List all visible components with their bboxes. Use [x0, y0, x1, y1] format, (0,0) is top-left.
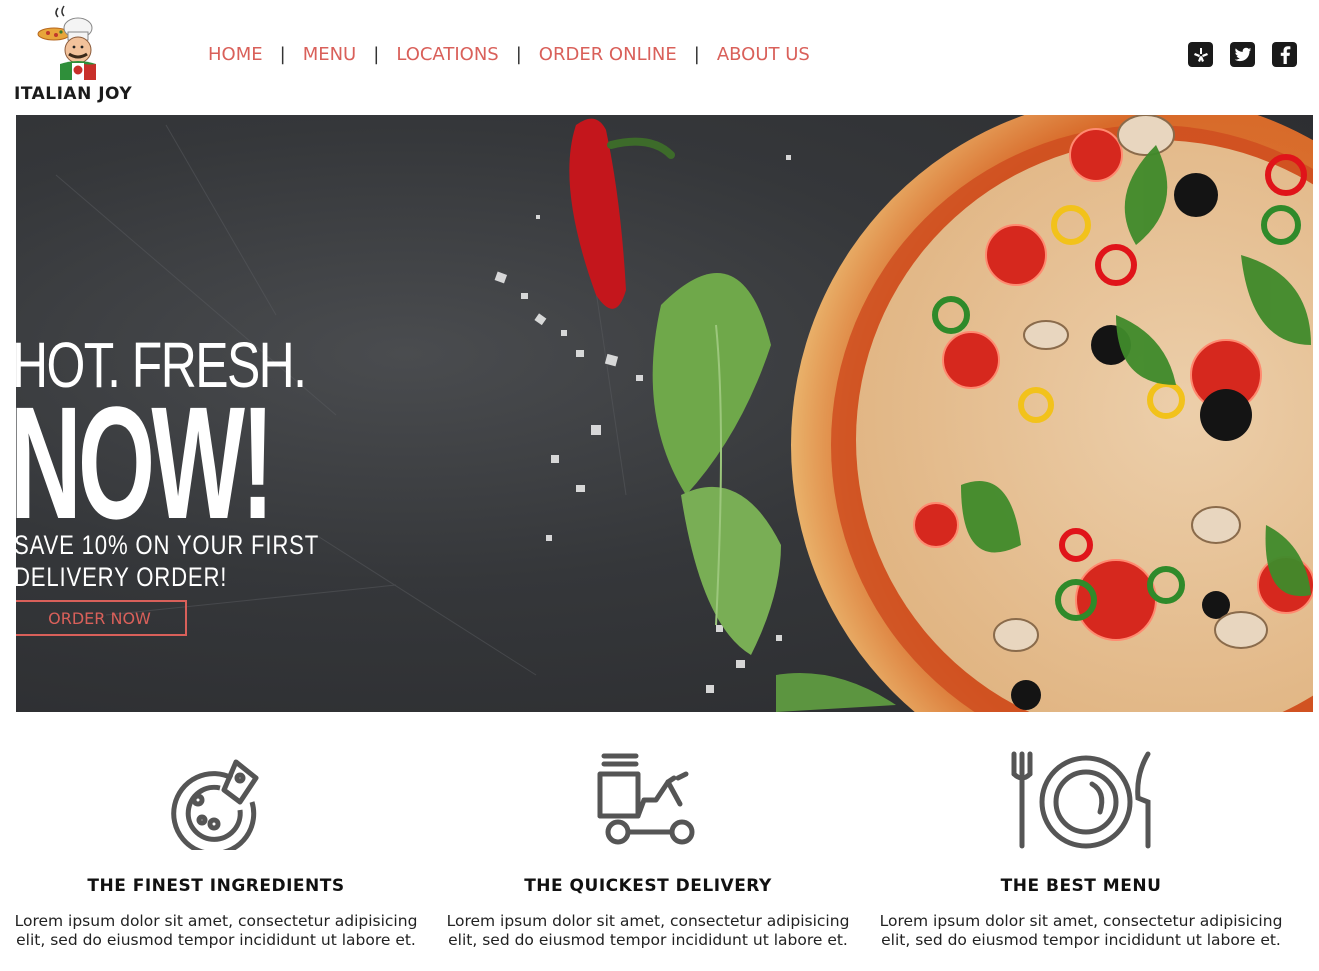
brand-logo[interactable]: ITALIAN JOY — [14, 4, 138, 106]
pizza-icon — [171, 759, 259, 850]
delivery-scooter-icon — [597, 753, 695, 845]
site-header: ITALIAN JOY HOME | MENU | LOCATIONS | OR… — [0, 0, 1319, 112]
nav-menu[interactable]: MENU — [303, 44, 357, 65]
feature-description: Lorem ipsum dolor sit amet, consectetur … — [14, 912, 418, 949]
plate-cutlery-icon — [1011, 751, 1151, 849]
feature-title: THE QUICKEST DELIVERY — [524, 876, 772, 896]
feature-ingredients: THE FINEST INGREDIENTS Lorem ipsum dolor… — [11, 740, 421, 950]
nav-order-online[interactable]: ORDER ONLINE — [539, 44, 677, 65]
brand-name: ITALIAN JOY — [14, 84, 133, 104]
nav-home[interactable]: HOME — [208, 44, 263, 65]
feature-description: Lorem ipsum dolor sit amet, consectetur … — [446, 912, 850, 949]
hero-subtitle: SAVE 10% ON YOUR FIRST DELIVERY ORDER! — [16, 529, 319, 593]
nav-separator: | — [279, 43, 286, 65]
facebook-icon[interactable] — [1272, 42, 1297, 67]
chef-logo-icon — [37, 5, 96, 80]
nav-about-us[interactable]: ABOUT US — [717, 44, 810, 65]
nav-locations[interactable]: LOCATIONS — [396, 44, 498, 65]
hero-banner: HOT. FRESH. NOW! SAVE 10% ON YOUR FIRST … — [16, 115, 1313, 712]
nav-separator: | — [693, 43, 700, 65]
feature-delivery: THE QUICKEST DELIVERY Lorem ipsum dolor … — [443, 740, 853, 950]
nav-separator: | — [515, 43, 522, 65]
main-nav: HOME | MENU | LOCATIONS | ORDER ONLINE |… — [208, 41, 810, 67]
hero-subtitle-line1: SAVE 10% ON YOUR FIRST — [16, 530, 320, 560]
features-section: THE FINEST INGREDIENTS Lorem ipsum dolor… — [0, 740, 1319, 971]
yelp-icon[interactable] — [1188, 42, 1213, 67]
nav-separator: | — [373, 43, 380, 65]
feature-description: Lorem ipsum dolor sit amet, consectetur … — [879, 912, 1283, 949]
hero-subtitle-line2: DELIVERY ORDER! — [16, 562, 228, 592]
twitter-icon[interactable] — [1230, 42, 1255, 67]
feature-menu: THE BEST MENU Lorem ipsum dolor sit amet… — [876, 740, 1286, 950]
order-now-button[interactable]: ORDER NOW — [16, 600, 187, 636]
feature-title: THE BEST MENU — [1000, 876, 1162, 896]
hero-headline-line2: NOW! — [16, 373, 274, 552]
feature-title: THE FINEST INGREDIENTS — [87, 876, 345, 896]
